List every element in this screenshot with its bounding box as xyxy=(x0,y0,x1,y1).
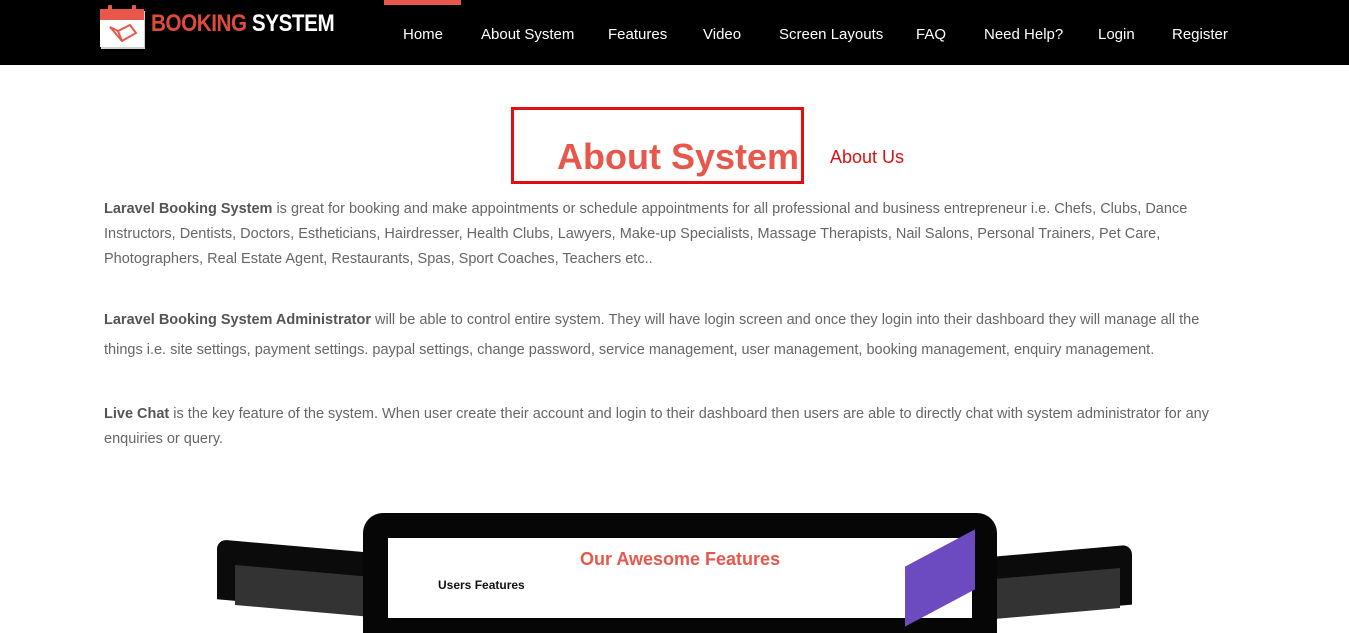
paragraph-admin-bold: Laravel Booking System Administrator xyxy=(104,312,371,328)
brand-logo[interactable]: BOOKING SYSTEM xyxy=(100,4,364,50)
top-navbar: BOOKING SYSTEM Home About System Feature… xyxy=(0,0,1349,65)
nav-video[interactable]: Video xyxy=(703,26,741,43)
nav-home[interactable]: Home xyxy=(403,26,443,43)
nav-login[interactable]: Login xyxy=(1098,26,1135,43)
nav-need-help[interactable]: Need Help? xyxy=(984,26,1063,43)
paragraph-live-chat-bold: Live Chat xyxy=(104,406,170,422)
calendar-icon xyxy=(100,5,148,49)
users-features-heading: Users Features xyxy=(438,578,525,592)
brand-name: BOOKING SYSTEM xyxy=(151,10,335,38)
paragraph-live-chat: Live Chat is the key feature of the syst… xyxy=(104,402,1239,452)
nav-screen-layouts[interactable]: Screen Layouts xyxy=(779,26,883,43)
paragraph-intro: Laravel Booking System is great for book… xyxy=(104,197,1239,272)
paragraph-intro-bold: Laravel Booking System xyxy=(104,201,273,217)
nav-faq[interactable]: FAQ xyxy=(916,26,946,43)
features-heading: Our Awesome Features xyxy=(580,549,781,569)
brand-word-booking: BOOKING xyxy=(151,10,247,37)
brand-word-system: SYSTEM xyxy=(251,10,335,37)
nav-register[interactable]: Register xyxy=(1172,26,1228,43)
paragraph-admin: Laravel Booking System Administrator wil… xyxy=(104,305,1239,365)
paragraph-live-chat-text: is the key feature of the system. When u… xyxy=(104,406,1209,447)
nav-active-indicator xyxy=(384,0,461,5)
nav-about-system[interactable]: About System xyxy=(481,26,574,43)
section-title: About System xyxy=(557,136,800,177)
nav-features[interactable]: Features xyxy=(608,26,667,43)
section-subtitle: About Us xyxy=(830,147,905,167)
